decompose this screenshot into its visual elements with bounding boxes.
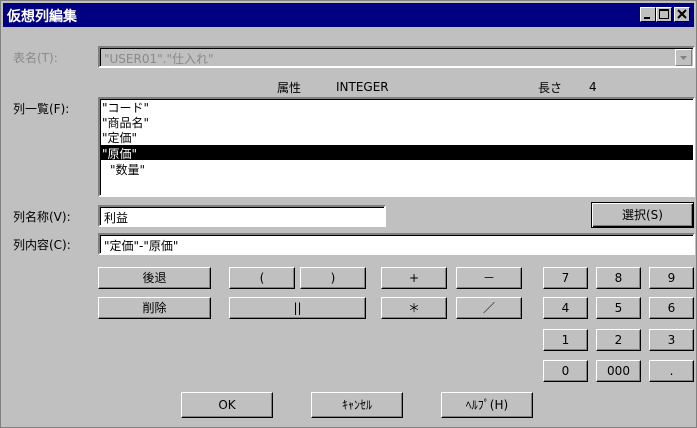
list-item-selected[interactable]: "原価" [100, 145, 693, 161]
column-name-label: 列名称(V): [13, 210, 71, 224]
column-list[interactable]: "コード" "商品名" "定価" "原価" "数量" [98, 97, 695, 197]
close-button[interactable] [674, 7, 690, 22]
column-name-input[interactable]: 利益 [98, 205, 386, 227]
plus-button[interactable]: + [381, 267, 447, 289]
back-button[interactable]: 後退 [98, 267, 211, 289]
attribute-value: INTEGER [336, 80, 389, 94]
concat-label: || [293, 301, 302, 315]
attribute-label: 属性 [277, 81, 302, 95]
minimize-button[interactable] [640, 7, 656, 22]
key-label: 7 [561, 271, 570, 285]
chevron-down-icon [680, 56, 687, 60]
key-label: 9 [667, 271, 676, 285]
key-9-button[interactable]: 9 [649, 267, 694, 289]
left-paren-label: ( [259, 271, 265, 285]
key-label: 0 [561, 364, 570, 378]
key-6-button[interactable]: 6 [649, 297, 694, 319]
key-label: 8 [614, 271, 623, 285]
help-button-label: ﾍﾙﾌﾟ(H) [465, 398, 509, 412]
list-item[interactable]: "定価" [102, 129, 137, 146]
key-decimal-button[interactable]: . [649, 360, 694, 382]
plus-label: + [408, 271, 420, 285]
key-0-button[interactable]: 0 [543, 360, 588, 382]
length-label: 長さ [538, 81, 563, 95]
key-8-button[interactable]: 8 [596, 267, 641, 289]
column-list-label: 列一覧(F): [13, 102, 70, 116]
key-label: 2 [614, 333, 623, 347]
concat-button[interactable]: || [229, 297, 366, 319]
delete-button[interactable]: 削除 [98, 297, 211, 319]
key-label: 1 [561, 333, 570, 347]
title-bar: 仮想列編集 [3, 3, 694, 27]
key-label: 3 [667, 333, 676, 347]
list-item-selected-label: "原価" [102, 147, 138, 161]
select-button[interactable]: 選択(S) [591, 202, 694, 228]
ok-button-label: OK [218, 398, 236, 412]
help-button[interactable]: ﾍﾙﾌﾟ(H) [441, 392, 533, 418]
column-content-value: "定価"-"原価" [104, 239, 179, 253]
minus-button[interactable]: － [456, 267, 522, 289]
select-button-label: 選択(S) [622, 208, 663, 222]
key-label: . [669, 364, 674, 378]
column-name-value: 利益 [104, 211, 129, 225]
column-content-input[interactable]: "定価"-"原価" [98, 233, 695, 255]
list-item[interactable]: "数量" [110, 161, 145, 178]
delete-button-label: 削除 [142, 301, 167, 315]
minus-label: － [482, 271, 495, 285]
virtual-column-edit-dialog: 仮想列編集 表名(T): "USER01"."仕入れ" 属性 INTEGER 長… [0, 0, 697, 428]
cancel-button-label: ｷｬﾝｾﾙ [341, 398, 372, 412]
key-7-button[interactable]: 7 [543, 267, 588, 289]
key-label: 4 [561, 301, 570, 315]
key-000-button[interactable]: 000 [596, 360, 641, 382]
key-label: 5 [614, 301, 623, 315]
maximize-button[interactable] [656, 7, 672, 22]
divide-button[interactable]: ／ [456, 297, 522, 319]
key-2-button[interactable]: 2 [596, 329, 641, 351]
multiply-label: ＊ [407, 301, 420, 315]
minimize-icon [644, 17, 650, 19]
cancel-button[interactable]: ｷｬﾝｾﾙ [311, 392, 403, 418]
key-5-button[interactable]: 5 [596, 297, 641, 319]
back-button-label: 後退 [142, 271, 167, 285]
column-content-label: 列内容(C): [13, 238, 71, 252]
key-3-button[interactable]: 3 [649, 329, 694, 351]
left-paren-button[interactable]: ( [229, 267, 295, 289]
table-name-dropdown-button[interactable] [675, 49, 692, 66]
table-name-value: "USER01"."仕入れ" [104, 52, 214, 66]
key-4-button[interactable]: 4 [543, 297, 588, 319]
table-name-label: 表名(T): [13, 51, 58, 65]
ok-button[interactable]: OK [181, 392, 273, 418]
right-paren-label: ) [330, 271, 336, 285]
key-1-button[interactable]: 1 [543, 329, 588, 351]
key-label: 6 [667, 301, 676, 315]
window-title: 仮想列編集 [7, 9, 77, 25]
key-label: 000 [607, 364, 630, 378]
table-name-combo[interactable]: "USER01"."仕入れ" [98, 46, 695, 68]
length-value: 4 [589, 80, 597, 94]
close-icon [677, 9, 687, 19]
right-paren-button[interactable]: ) [300, 267, 366, 289]
maximize-icon [659, 9, 669, 19]
multiply-button[interactable]: ＊ [381, 297, 447, 319]
divide-label: ／ [482, 301, 495, 315]
